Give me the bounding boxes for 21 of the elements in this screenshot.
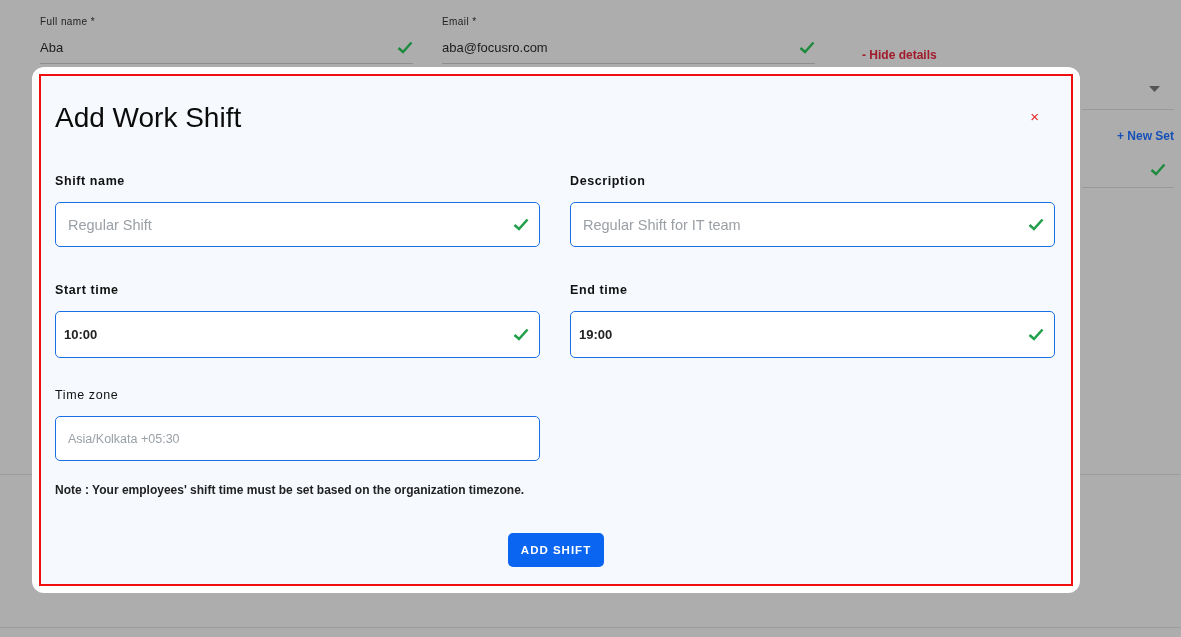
input-field[interactable]: 19:00 [570, 311, 1055, 358]
hide-details-link[interactable]: - Hide details [862, 48, 1174, 62]
add-shift-button[interactable]: ADD SHIFT [507, 533, 605, 567]
input-field[interactable]: aba@focusro.com [442, 40, 815, 64]
field-label: Shift name [55, 174, 126, 188]
input-field[interactable]: Regular Shift [55, 202, 540, 247]
close-button[interactable]: × [1026, 108, 1043, 125]
input-field[interactable]: Regular Shift for IT team [570, 202, 1055, 247]
note-text: Note : Your employees' shift time must be set based on the organization timezone. [55, 483, 526, 497]
input-field[interactable]: Asia/Kolkata +05:30 [55, 416, 540, 461]
field-label: Email * [442, 16, 478, 27]
field-label: Full name * [40, 16, 96, 27]
new-set-link[interactable]: + New Set [1116, 129, 1174, 143]
dialog-title: Add Work Shift [55, 102, 242, 134]
field-label: Description [570, 174, 647, 188]
field-label: Time zone [55, 388, 120, 402]
field-label: End time [570, 283, 629, 297]
field-label: Start time [55, 283, 120, 297]
input-field[interactable]: Aba [40, 40, 413, 64]
input-field[interactable]: 10:00 [55, 311, 540, 358]
caret-icon [1149, 86, 1160, 92]
